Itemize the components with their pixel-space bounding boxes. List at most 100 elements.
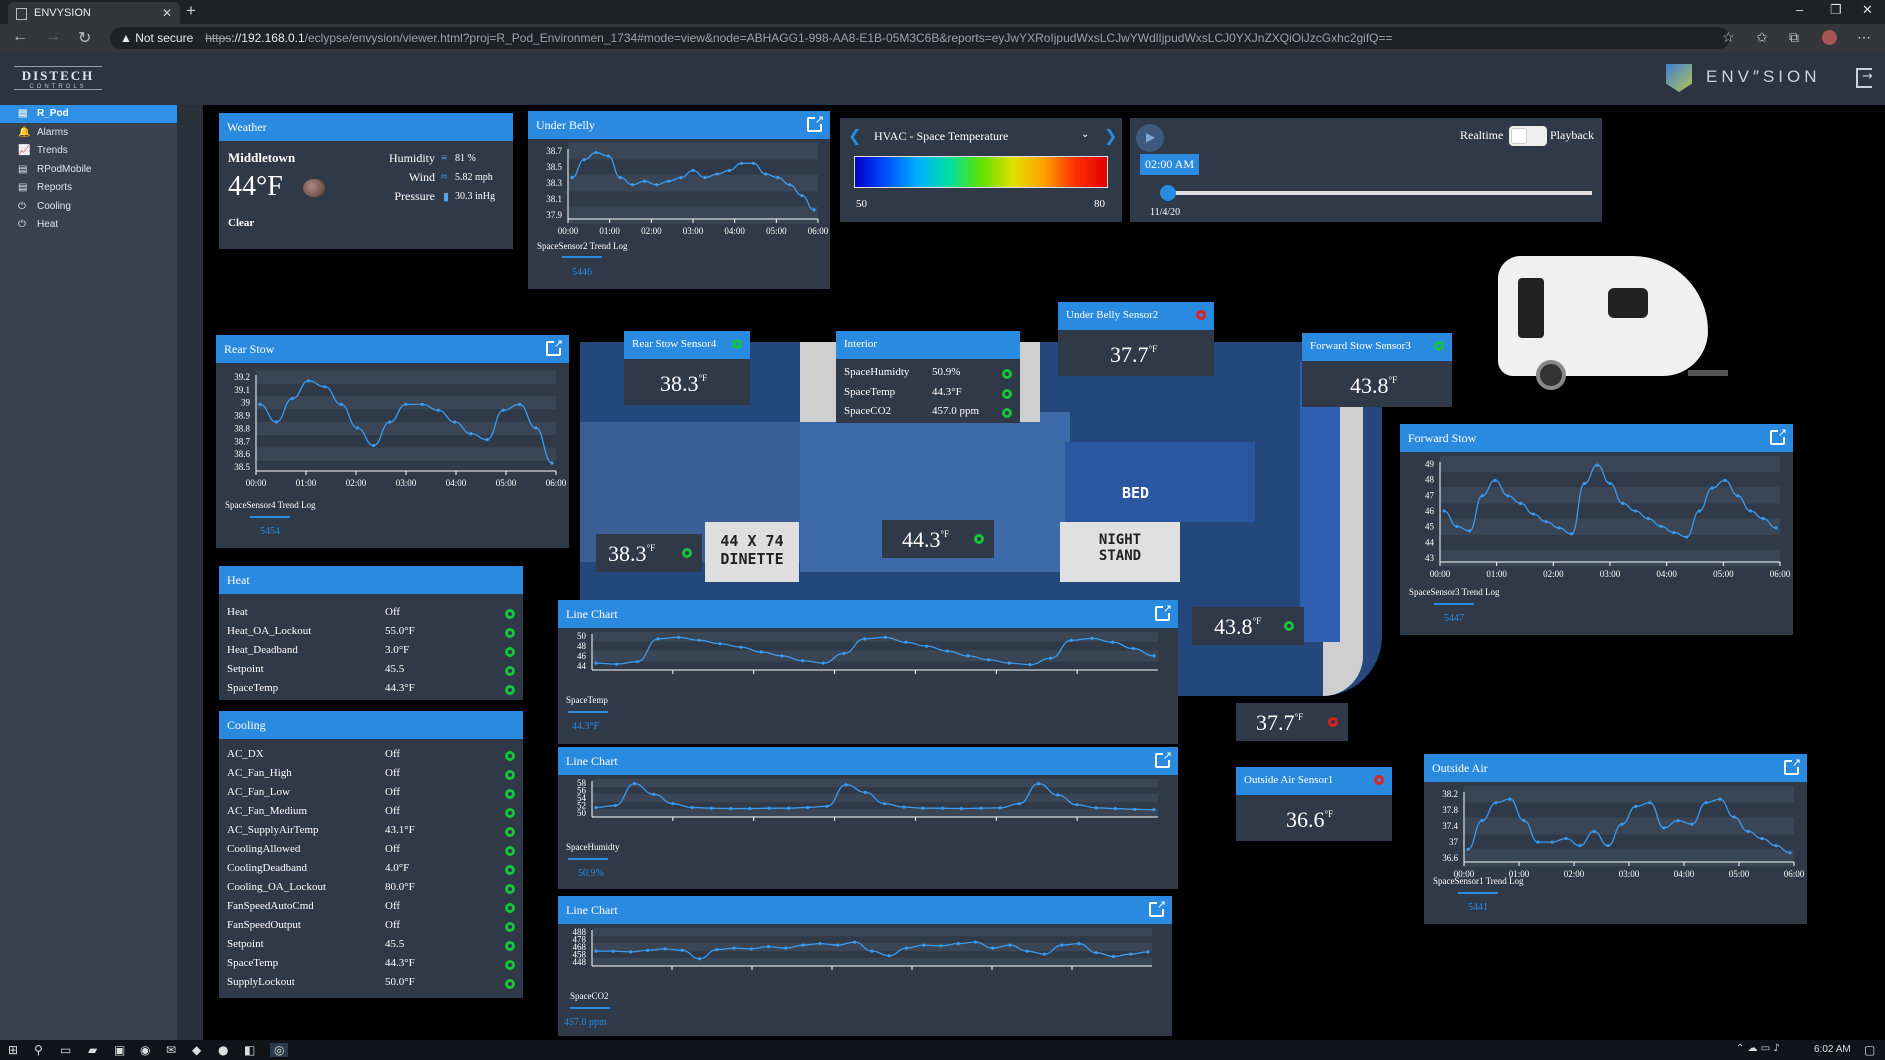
row-label: SpaceTemp	[844, 385, 896, 398]
open-external-icon[interactable]	[546, 337, 563, 356]
url-field[interactable]: ▲ Not secure https://192.168.0.1/eclypse/…	[110, 27, 1730, 49]
tile-value: 37.7°F	[1110, 342, 1158, 367]
app-icon[interactable]: ◆	[192, 1043, 201, 1057]
security-label: Not secure	[135, 31, 194, 45]
rear-stow-chart: 39.2 39.1 39 38.9 38.8 38.7 38.6 38.5 00:00 01:00…	[234, 370, 567, 488]
x-tick-label: 03:00	[1600, 569, 1621, 578]
legend-line	[562, 256, 602, 258]
minimize-button[interactable]: –	[1796, 2, 1803, 17]
data-point	[842, 651, 846, 656]
sidebar-item-alarms[interactable]: 🔔 Alarms	[0, 124, 177, 142]
data-point	[258, 402, 262, 406]
open-external-icon[interactable]	[807, 113, 824, 132]
sidebar-item-reports[interactable]: ▤ Reports	[0, 179, 177, 197]
data-point	[436, 408, 441, 412]
browser-tab[interactable]: ENVYSION ✕	[8, 2, 180, 24]
data-point	[1592, 829, 1596, 833]
row-label: FanSpeedAutoCmd	[227, 900, 314, 912]
sidebar-item-cooling[interactable]: ⏻ Cooling	[0, 198, 177, 216]
prev-arrow-icon[interactable]: ❮	[848, 126, 861, 145]
table-row: AC_Fan_Medium Off	[219, 805, 523, 824]
data-point	[739, 645, 743, 649]
open-external-icon[interactable]	[1770, 426, 1787, 445]
line-chart-humidity-panel: Line Chart 5856545250 SpaceHumidty 50.9%	[558, 747, 1178, 889]
mail-icon[interactable]: ✉	[166, 1043, 176, 1057]
data-point	[709, 806, 714, 810]
data-point	[715, 948, 719, 952]
tab-close-icon[interactable]: ✕	[162, 6, 172, 20]
data-point	[1519, 501, 1523, 505]
chrome-icon[interactable]: ◉	[140, 1043, 150, 1057]
y-tick-label: 38.7	[546, 146, 562, 156]
sidebar-item-icon: ▤	[18, 108, 28, 119]
edge-icon[interactable]: ◎	[270, 1043, 289, 1057]
table-row: AC_Fan_High Off	[219, 767, 523, 786]
grid-band	[592, 957, 1152, 967]
mode-toggle[interactable]	[1509, 126, 1547, 146]
data-point	[630, 183, 635, 187]
collections-icon[interactable]: ⧉	[1789, 29, 1799, 46]
timeline-handle[interactable]	[1160, 185, 1176, 201]
data-point	[1077, 942, 1081, 946]
data-point	[1480, 819, 1484, 823]
windows-start-icon[interactable]: ⊞	[8, 1043, 18, 1057]
open-external-icon[interactable]	[1155, 749, 1172, 768]
reload-button[interactable]: ↻	[78, 28, 91, 48]
next-arrow-icon[interactable]: ❯	[1104, 126, 1117, 145]
task-view-icon[interactable]: ▭	[60, 1043, 71, 1057]
star-icon[interactable]: ☆	[1722, 29, 1735, 46]
store-icon[interactable]: ▣	[114, 1043, 125, 1057]
open-external-icon[interactable]	[1155, 602, 1172, 621]
system-tray-icons[interactable]: ⌃ ☁ ▭ ♪	[1736, 1043, 1780, 1054]
logout-icon[interactable]: →	[1856, 68, 1873, 88]
data-point	[274, 420, 278, 424]
data-point	[1620, 822, 1624, 826]
spotify-icon[interactable]: ●	[218, 1043, 228, 1057]
back-button[interactable]: ←	[12, 28, 28, 46]
sidebar-item-heat[interactable]: ⏻ Heat	[0, 216, 177, 234]
sidebar-item-trends[interactable]: 📈 Trends	[0, 142, 177, 160]
data-point	[1685, 535, 1689, 539]
row-label: AC_Fan_Low	[227, 786, 290, 798]
data-point	[1028, 663, 1032, 667]
data-point	[1069, 638, 1073, 642]
open-external-icon[interactable]	[1149, 898, 1166, 917]
table-row: Setpoint 45.5	[219, 938, 523, 957]
close-window-button[interactable]: ✕	[1862, 2, 1873, 18]
hvac-select[interactable]: HVAC - Space Temperature	[874, 129, 1064, 144]
x-tick-label: 02:00	[641, 226, 662, 236]
chevron-down-icon[interactable]: ⌄	[1081, 129, 1089, 140]
maximize-button[interactable]: ❐	[1830, 2, 1842, 18]
status-ok-icon	[505, 846, 515, 856]
row-label: Setpoint	[227, 938, 264, 950]
more-menu-icon[interactable]: ⋯	[1857, 29, 1871, 46]
data-point	[646, 948, 650, 952]
sidebar-item-r-pod[interactable]: ▤ R_Pod	[0, 105, 177, 123]
row-label: SpaceCO2	[844, 405, 892, 417]
office-icon[interactable]: ◧	[244, 1043, 255, 1057]
status-ok-icon	[1002, 369, 1012, 379]
x-tick-label: 00:00	[1430, 569, 1451, 578]
sidebar-item-rpodmobile[interactable]: ▤ RPodMobile	[0, 161, 177, 179]
play-button[interactable]: ▶	[1136, 124, 1164, 152]
legend-line	[1434, 603, 1474, 605]
search-icon[interactable]: ⚲	[34, 1043, 43, 1057]
favorites-icon[interactable]: ✩	[1756, 29, 1768, 46]
data-point	[307, 379, 311, 383]
data-point	[1008, 943, 1012, 947]
grid-band	[256, 447, 556, 461]
row-label: AC_Fan_Medium	[227, 805, 308, 817]
data-point	[635, 660, 639, 664]
open-external-icon[interactable]	[1784, 756, 1801, 775]
timeline-track[interactable]	[1168, 191, 1592, 195]
notification-icon[interactable]: ▢	[1864, 1043, 1875, 1057]
humidity-icon: ≡	[441, 152, 448, 164]
forward-button[interactable]: →	[45, 28, 61, 46]
profile-avatar[interactable]	[1822, 30, 1837, 45]
spacetemp-caption: SpaceTemp	[566, 695, 608, 705]
table-row: Heat_OA_Lockout 55.0°F	[219, 625, 523, 644]
new-tab-button[interactable]: +	[186, 1, 196, 21]
status-ok-icon	[505, 685, 515, 695]
file-explorer-icon[interactable]: ▰	[88, 1043, 97, 1057]
data-point	[1536, 840, 1540, 844]
